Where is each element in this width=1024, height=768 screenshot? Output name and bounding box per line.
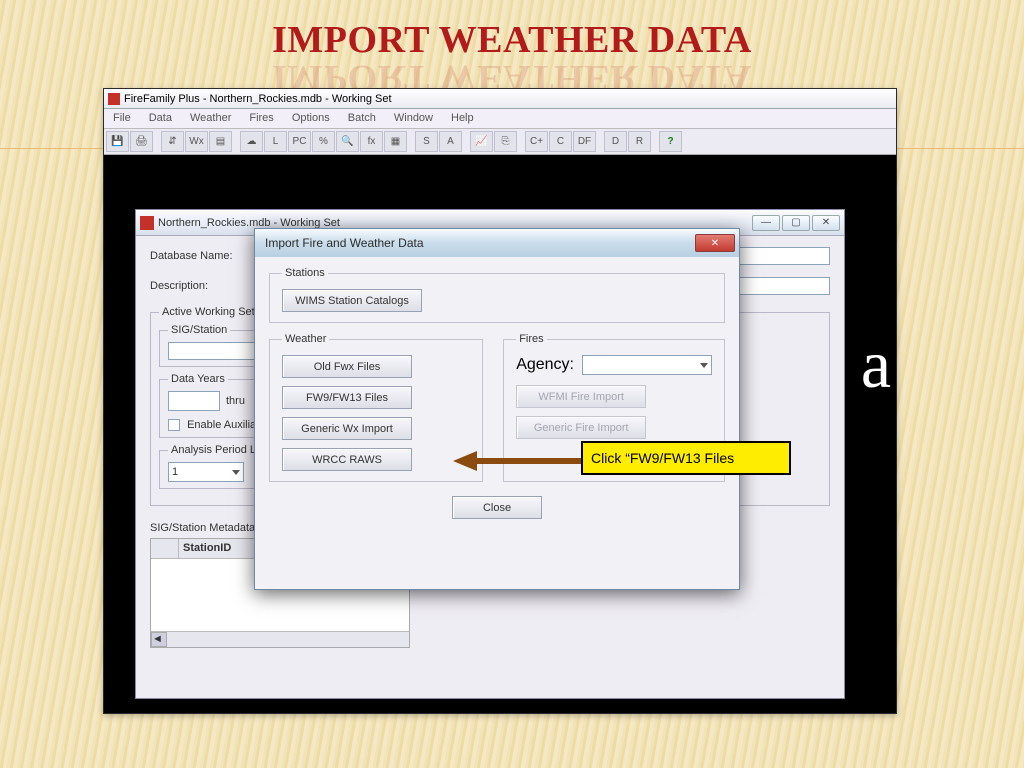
menu-data[interactable]: Data (140, 109, 181, 128)
dy-legend: Data Years (168, 373, 228, 385)
year-from-spinner[interactable] (168, 391, 220, 411)
tb-icon-fx[interactable]: fx (360, 131, 383, 152)
scroll-left-icon[interactable]: ◄ (151, 632, 167, 647)
toolbar: 💾 🖨 ⇵ Wx ▤ ☁ L PC % 🔍 fx ▦ S A 📈 ⎘ C+ C … (104, 129, 896, 155)
chevron-down-icon (700, 363, 708, 368)
db-name-label: Database Name: (150, 250, 256, 262)
tb-icon-zoom[interactable]: 🔍 (336, 131, 359, 152)
tb-icon-r[interactable]: R (628, 131, 651, 152)
tb-icon-x[interactable]: ⎘ (494, 131, 517, 152)
horizontal-scrollbar[interactable]: ◄ (151, 631, 409, 647)
separator (154, 131, 160, 152)
callout-text: Click “FW9/FW13 Files (591, 450, 734, 466)
tb-icon-cplus[interactable]: C+ (525, 131, 548, 152)
menu-fires[interactable]: Fires (240, 109, 282, 128)
separator (408, 131, 414, 152)
tb-icon-bars[interactable]: ▤ (209, 131, 232, 152)
tb-icon-l[interactable]: L (264, 131, 287, 152)
tb-icon-pc[interactable]: PC (288, 131, 311, 152)
separator (233, 131, 239, 152)
tb-icon-cloud[interactable]: ☁ (240, 131, 263, 152)
sub-title: Northern_Rockies.mdb - Working Set (158, 217, 340, 229)
apl-value: 1 (172, 466, 178, 478)
tb-icon-chart[interactable]: 📈 (470, 131, 493, 152)
menubar: File Data Weather Fires Options Batch Wi… (104, 109, 896, 129)
fw9-fw13-button[interactable]: FW9/FW13 Files (282, 386, 412, 409)
import-dialog: Import Fire and Weather Data Stations WI… (254, 228, 740, 590)
sub-icon (140, 216, 154, 230)
background-letter: a (861, 325, 891, 404)
menu-help[interactable]: Help (442, 109, 483, 128)
weather-fieldset: Weather Old Fwx Files FW9/FW13 Files Gen… (269, 333, 483, 482)
tb-icon-d[interactable]: D (604, 131, 627, 152)
app-icon (108, 93, 120, 105)
generic-fire-button: Generic Fire Import (516, 416, 646, 439)
agency-combo[interactable] (582, 355, 712, 375)
description-label: Description: (150, 280, 256, 292)
close-button[interactable]: ✕ (812, 215, 840, 231)
fires-legend: Fires (516, 333, 546, 345)
menu-options[interactable]: Options (283, 109, 339, 128)
row-selector-header (151, 539, 179, 558)
separator (463, 131, 469, 152)
app-title: FireFamily Plus - Northern_Rockies.mdb -… (124, 93, 392, 105)
dialog-close-button[interactable] (695, 234, 735, 252)
help-icon[interactable]: ? (659, 131, 682, 152)
tb-icon-df[interactable]: DF (573, 131, 596, 152)
agency-label: Agency: (516, 356, 574, 374)
tb-icon-wx[interactable]: Wx (185, 131, 208, 152)
weather-legend: Weather (282, 333, 329, 345)
wims-catalogs-button[interactable]: WIMS Station Catalogs (282, 289, 422, 312)
slide-title: IMPORT WEATHER DATA (0, 18, 1024, 62)
wrcc-raws-button[interactable]: WRCC RAWS (282, 448, 412, 471)
chevron-down-icon (232, 470, 240, 475)
sig-legend: SIG/Station (168, 324, 230, 336)
tb-icon-a[interactable]: A (439, 131, 462, 152)
close-button[interactable]: Close (452, 496, 542, 519)
aux-year-checkbox[interactable] (168, 419, 180, 431)
wfmi-fire-button: WFMI Fire Import (516, 385, 646, 408)
separator (518, 131, 524, 152)
print-icon[interactable]: 🖨 (130, 131, 153, 152)
app-titlebar[interactable]: FireFamily Plus - Northern_Rockies.mdb -… (104, 89, 896, 109)
maximize-button[interactable]: ▢ (782, 215, 810, 231)
tb-icon-pct[interactable]: % (312, 131, 335, 152)
stations-legend: Stations (282, 267, 328, 279)
minimize-button[interactable]: — (752, 215, 780, 231)
separator (597, 131, 603, 152)
tb-icon-c[interactable]: C (549, 131, 572, 152)
old-fwx-button[interactable]: Old Fwx Files (282, 355, 412, 378)
thru-label: thru (226, 395, 245, 407)
menu-batch[interactable]: Batch (339, 109, 385, 128)
dialog-titlebar[interactable]: Import Fire and Weather Data (255, 229, 739, 257)
menu-window[interactable]: Window (385, 109, 442, 128)
save-icon[interactable]: 💾 (106, 131, 129, 152)
tb-icon-grid[interactable]: ▦ (384, 131, 407, 152)
menu-weather[interactable]: Weather (181, 109, 240, 128)
analysis-period-combo[interactable]: 1 (168, 462, 244, 482)
generic-wx-button[interactable]: Generic Wx Import (282, 417, 412, 440)
menu-file[interactable]: File (104, 109, 140, 128)
stations-fieldset: Stations WIMS Station Catalogs (269, 267, 725, 323)
separator (652, 131, 658, 152)
tb-icon-s[interactable]: S (415, 131, 438, 152)
callout-box: Click “FW9/FW13 Files (581, 441, 791, 475)
dialog-title: Import Fire and Weather Data (265, 236, 424, 250)
tb-icon-1[interactable]: ⇵ (161, 131, 184, 152)
